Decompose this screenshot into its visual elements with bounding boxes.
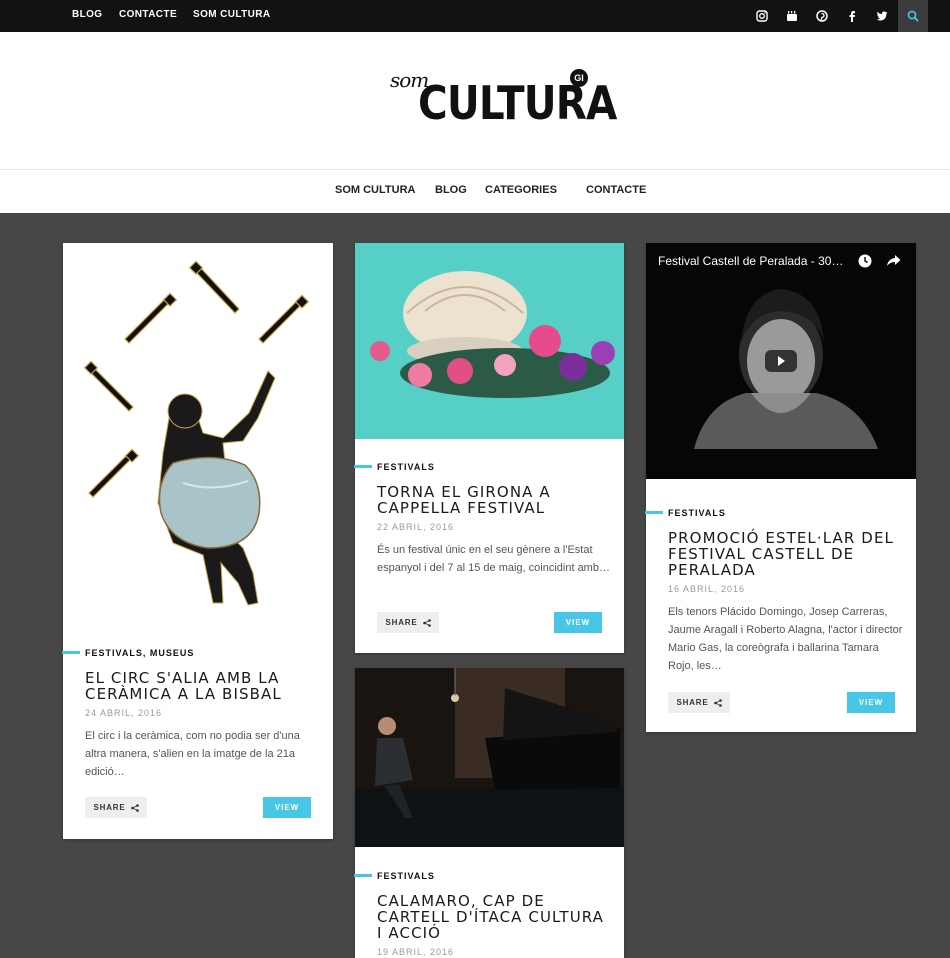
nav-item-categories[interactable]: CATEGORIES — [485, 184, 557, 196]
video-play-button[interactable] — [765, 350, 797, 372]
view-button[interactable]: VIEW — [554, 612, 602, 633]
pinterest-icon[interactable] — [807, 0, 837, 32]
share-label: SHARE — [385, 618, 418, 627]
facebook-icon[interactable] — [837, 0, 867, 32]
share-button[interactable]: SHARE — [668, 692, 730, 713]
share-button[interactable]: SHARE — [85, 797, 147, 818]
view-button[interactable]: VIEW — [847, 692, 895, 713]
youtube-icon[interactable] — [777, 0, 807, 32]
clock-icon[interactable] — [858, 254, 872, 268]
nav-item-contacte[interactable]: CONTACTE — [586, 184, 646, 196]
category-marker — [354, 874, 372, 877]
nav-item-blog[interactable]: BLOG — [435, 184, 467, 196]
search-button[interactable] — [898, 0, 928, 32]
post-date: 19 ABRIL, 2016 — [377, 947, 455, 957]
share-label: SHARE — [676, 698, 709, 707]
post-category[interactable]: FESTIVALS — [668, 508, 726, 518]
post-card: FESTIVALS TORNA EL GIRONA A CAPPELLA FES… — [354, 243, 624, 653]
instagram-icon[interactable] — [747, 0, 777, 32]
share-button[interactable]: SHARE — [377, 612, 439, 633]
top-bar: BLOG CONTACTE SOM CULTURA — [0, 0, 950, 32]
top-link-contacte[interactable]: CONTACTE — [119, 9, 177, 20]
video-title[interactable]: Festival Castell de Peralada - 30… — [658, 254, 843, 268]
post-card: Festival Castell de Peralada - 30… FESTI… — [645, 243, 916, 732]
logo-badge: GI — [570, 69, 588, 87]
post-image-piano[interactable] — [355, 668, 624, 847]
category-marker — [645, 511, 663, 514]
top-link-som-cultura[interactable]: SOM CULTURA — [193, 9, 271, 20]
post-image-circus-ceramics[interactable] — [63, 243, 333, 623]
twitter-icon[interactable] — [867, 0, 897, 32]
site-logo[interactable]: som CULTURA GI — [386, 62, 617, 138]
play-icon — [778, 356, 785, 366]
post-date: 24 ABRIL, 2016 — [85, 708, 163, 718]
post-title[interactable]: TORNA EL GIRONA A CAPPELLA FESTIVAL — [377, 484, 607, 516]
post-excerpt: És un festival únic en el seu gènere a l… — [377, 544, 610, 574]
search-icon — [907, 10, 919, 22]
post-category[interactable]: FESTIVALS — [377, 462, 435, 472]
logo-cultura-text: CULTURA — [418, 76, 617, 130]
share-icon — [130, 803, 139, 812]
top-link-blog[interactable]: BLOG — [72, 9, 103, 20]
post-excerpt: Els tenors Plácido Domingo, Josep Carrer… — [668, 606, 903, 672]
share-label: SHARE — [93, 803, 126, 812]
main-nav: SOM CULTURA BLOG CATEGORIES CONTACTE — [0, 170, 950, 363]
post-title[interactable]: EL CIRC S'ALIA AMB LA CERÀMICA A LA BISB… — [85, 670, 315, 702]
post-category[interactable]: FESTIVALS — [377, 871, 435, 881]
share-icon — [713, 698, 722, 707]
post-title[interactable]: PROMOCIÓ ESTEL·LAR DEL FESTIVAL CASTELL … — [668, 530, 908, 578]
post-date: 16 ABRIL, 2016 — [668, 584, 746, 594]
post-category[interactable]: FESTIVALS, MUSEUS — [85, 648, 194, 658]
post-excerpt: El circ i la ceràmica, com no podia ser … — [85, 730, 300, 778]
category-marker — [62, 651, 80, 654]
category-marker — [354, 465, 372, 468]
share-arrow-icon[interactable] — [886, 254, 901, 268]
post-card: FESTIVALS, MUSEUS EL CIRC S'ALIA AMB LA … — [62, 243, 333, 839]
view-button[interactable]: VIEW — [263, 797, 311, 818]
nav-item-som-cultura[interactable]: SOM CULTURA — [335, 184, 415, 196]
post-card: FESTIVALS CALAMARO, CAP DE CARTELL D'ÍTA… — [354, 668, 624, 958]
video-embed[interactable]: Festival Castell de Peralada - 30… — [646, 243, 916, 479]
post-image-shell-flowers[interactable] — [355, 243, 624, 439]
post-title[interactable]: CALAMARO, CAP DE CARTELL D'ÍTACA CULTURA… — [377, 893, 607, 941]
post-date: 22 ABRIL, 2016 — [377, 522, 455, 532]
site-header: som CULTURA GI — [0, 32, 950, 170]
share-icon — [422, 618, 431, 627]
